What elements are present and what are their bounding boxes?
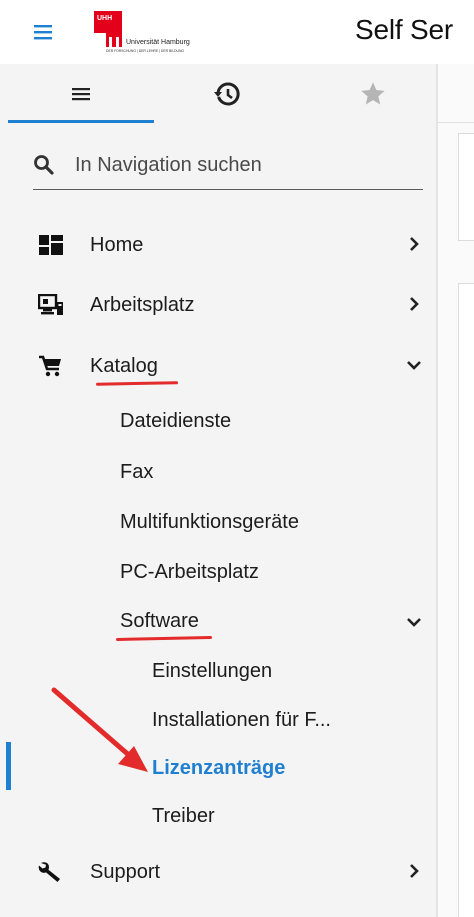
logo-text-line2: DER FORSCHUNG | DER LEHRE | DER BILDUNG xyxy=(106,49,184,53)
logo-text-line1: Universität Hamburg xyxy=(126,39,190,46)
top-bar: UHH Universität Hamburg DER FORSCHUNG | … xyxy=(0,0,474,64)
sidebar-divider xyxy=(436,64,438,917)
sidebar-item-katalog[interactable]: Katalog xyxy=(0,342,436,390)
wrench-icon xyxy=(38,862,60,882)
software-item-einstellungen[interactable]: Einstellungen xyxy=(152,649,422,693)
navigation-sidebar: In Navigation suchen Home Arbeitsplatz K… xyxy=(0,64,436,917)
software-item-lizenzantraege[interactable]: Lizenzanträge xyxy=(152,746,422,790)
content-card xyxy=(458,133,474,241)
sidebar-tabs xyxy=(0,64,436,124)
software-item-treiber[interactable]: Treiber xyxy=(152,794,422,838)
sidebar-item-support[interactable]: Support xyxy=(0,848,436,896)
tab-navigation[interactable] xyxy=(8,64,153,124)
sidebar-item-label: Arbeitsplatz xyxy=(90,294,195,316)
logo-badge-text: UHH xyxy=(97,15,112,22)
catalog-item-label: Fax xyxy=(120,461,154,483)
chevron-right-icon xyxy=(410,297,419,311)
page-title: Self Ser xyxy=(355,14,453,45)
chevron-right-icon xyxy=(410,237,419,251)
sidebar-item-arbeitsplatz[interactable]: Arbeitsplatz xyxy=(0,281,436,329)
software-item-installationen[interactable]: Installationen für F... xyxy=(152,698,422,742)
hamburger-icon[interactable] xyxy=(34,23,56,41)
sidebar-item-label: Support xyxy=(90,861,161,883)
sidebar-item-label: Katalog xyxy=(90,355,158,377)
catalog-item-label: Multifunktionsgeräte xyxy=(120,511,299,533)
active-tab-indicator xyxy=(8,120,154,123)
active-item-indicator xyxy=(6,742,11,790)
list-icon xyxy=(71,88,90,101)
tab-history[interactable] xyxy=(154,64,299,124)
navigation-search-input[interactable]: In Navigation suchen xyxy=(33,144,423,190)
catalog-item-dateidienste[interactable]: Dateidienste xyxy=(120,399,450,443)
chevron-right-icon xyxy=(410,864,419,878)
chevron-down-icon xyxy=(407,618,421,627)
search-placeholder: In Navigation suchen xyxy=(75,154,262,176)
sidebar-item-home[interactable]: Home xyxy=(0,221,436,269)
catalog-item-label: PC-Arbeitsplatz xyxy=(120,561,259,583)
chevron-down-icon xyxy=(407,361,421,370)
annotation-arrow xyxy=(51,687,148,772)
dashboard-icon xyxy=(39,235,63,255)
catalog-item-label: Software xyxy=(120,610,199,632)
history-icon xyxy=(213,82,240,106)
catalog-item-multifunktionsgeraete[interactable]: Multifunktionsgeräte xyxy=(120,500,450,544)
catalog-item-fax[interactable]: Fax xyxy=(120,450,450,494)
software-item-label: Installationen für F... xyxy=(152,709,331,731)
tab-favorites[interactable] xyxy=(300,64,445,124)
uhh-logo[interactable]: UHH Universität Hamburg DER FORSCHUNG | … xyxy=(94,11,222,53)
software-item-label: Treiber xyxy=(152,805,215,827)
star-icon xyxy=(360,82,385,105)
cart-icon xyxy=(39,355,61,377)
catalog-item-pc-arbeitsplatz[interactable]: PC-Arbeitsplatz xyxy=(120,550,450,594)
workstation-icon xyxy=(38,294,63,315)
software-item-label: Lizenzanträge xyxy=(152,757,286,779)
search-icon xyxy=(34,155,54,175)
content-card-large xyxy=(458,283,474,917)
catalog-item-label: Dateidienste xyxy=(120,410,232,432)
sidebar-item-label: Home xyxy=(90,234,144,256)
software-item-label: Einstellungen xyxy=(152,660,273,682)
